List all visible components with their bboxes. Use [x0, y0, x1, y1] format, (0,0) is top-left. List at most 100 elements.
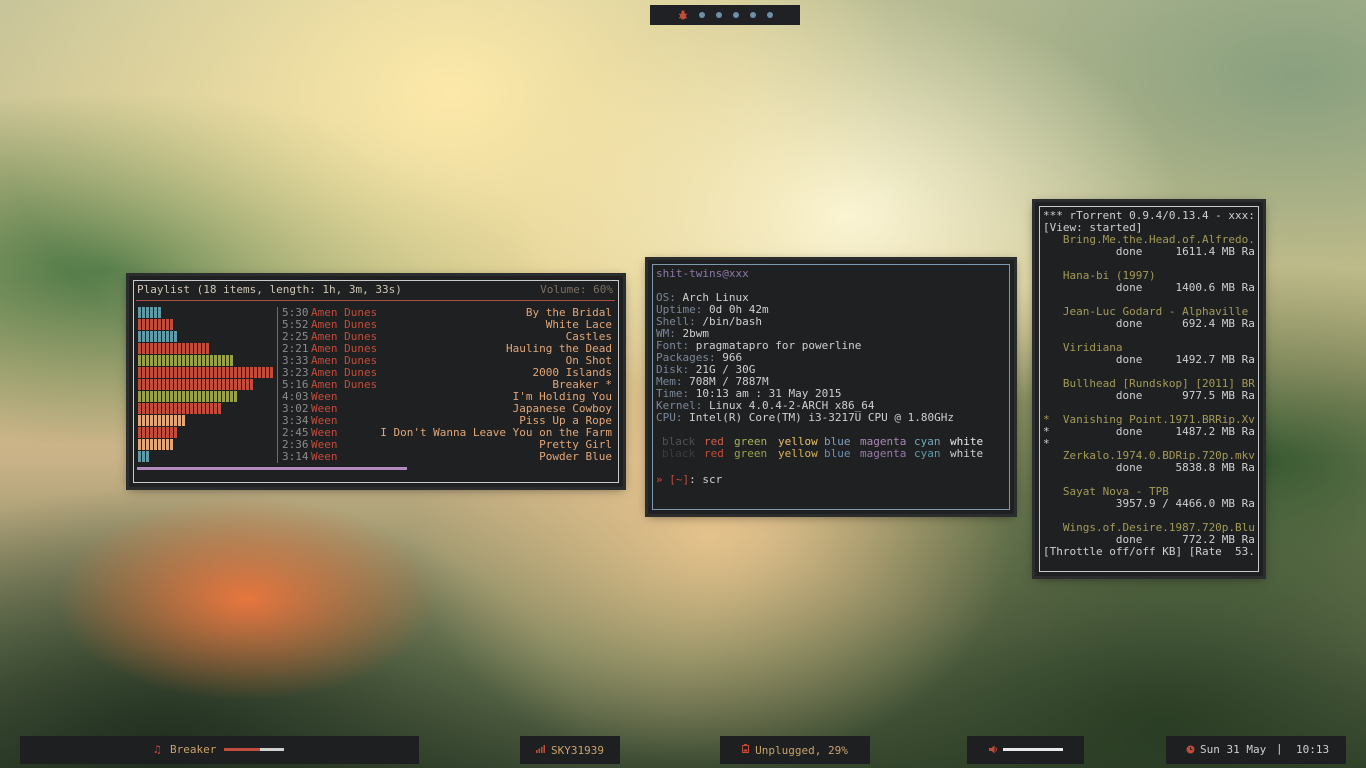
- battery-label: Unplugged, 29%: [755, 743, 848, 757]
- visualizer-block: [174, 403, 177, 414]
- visualizer-block: [194, 403, 197, 414]
- visualizer-block: [154, 391, 157, 402]
- visualizer-block: [166, 415, 169, 426]
- torrent-name[interactable]: Bring.Me.the.Head.of.Alfredo.Gar: [1043, 234, 1255, 246]
- visualizer-block: [230, 367, 233, 378]
- torrent-name[interactable]: Jean-Luc Godard - Alphaville: [1043, 306, 1255, 318]
- visualizer-block: [226, 367, 229, 378]
- torrent-name[interactable]: Hana-bi (1997): [1043, 270, 1255, 282]
- visualizer-block: [206, 403, 209, 414]
- music-widget[interactable]: ♫ Breaker: [20, 736, 419, 764]
- torrent-status: done 5838.8 MB Rate: [1043, 462, 1255, 474]
- visualizer-block: [190, 343, 193, 354]
- visualizer-block: [170, 379, 173, 390]
- workspace-dot[interactable]: [715, 12, 722, 18]
- visualizer-block: [226, 355, 229, 366]
- workspace-dot[interactable]: [766, 12, 773, 18]
- visualizer-block: [166, 331, 169, 342]
- visualizer-block: [138, 307, 141, 318]
- network-widget[interactable]: SKY31939: [520, 736, 620, 764]
- visualizer-block: [170, 439, 173, 450]
- track-list[interactable]: 5:30 Amen Dunes By the Bridal 5:52 Amen Dune…: [282, 307, 612, 463]
- torrent-status: [1043, 510, 1255, 522]
- visualizer-block: [174, 415, 177, 426]
- visualizer-block: [186, 367, 189, 378]
- visualizer-block: [178, 343, 181, 354]
- visualizer-block: [150, 403, 153, 414]
- visualizer-block: [142, 367, 145, 378]
- visualizer-block: [234, 379, 237, 390]
- torrent-name[interactable]: Wings.of.Desire.1987.720p.Bluray: [1043, 522, 1255, 534]
- visualizer-block: [234, 367, 237, 378]
- visualizer-block: [162, 319, 165, 330]
- separator: |: [1276, 742, 1283, 755]
- visualizer-block: [146, 427, 149, 438]
- visualizer-block: [166, 379, 169, 390]
- visualizer-block: [146, 451, 149, 462]
- music-progress-bar[interactable]: [224, 748, 284, 751]
- visualizer-block: [178, 403, 181, 414]
- volume-widget[interactable]: [967, 736, 1084, 764]
- visualizer-block: [150, 331, 153, 342]
- visualizer-block: [182, 391, 185, 402]
- workspace-dot[interactable]: [698, 12, 705, 18]
- visualizer-block: [170, 403, 173, 414]
- visualizer-block: [166, 343, 169, 354]
- visualizer-block: [218, 403, 221, 414]
- terminal-window[interactable]: shit-twins@xxx OS: Arch Linux Uptime: 0d …: [648, 260, 1014, 514]
- clock-widget: Sun 31 May | 10:13: [1166, 736, 1346, 764]
- visualizer-block: [182, 367, 185, 378]
- visualizer-block: [170, 367, 173, 378]
- battery-icon: [742, 744, 750, 756]
- visualizer-block: [158, 319, 161, 330]
- visualizer-block: [190, 355, 193, 366]
- visualizer-block: [202, 379, 205, 390]
- visualizer-block: [190, 379, 193, 390]
- color-palette: black red green yellow blue magenta cyan white b…: [662, 436, 983, 460]
- music-note-icon: ♫: [154, 743, 161, 756]
- bug-icon: [678, 10, 688, 20]
- visualizer-block: [150, 391, 153, 402]
- torrent-status: [1043, 330, 1255, 342]
- shell-prompt[interactable]: » [~]: scr: [656, 473, 722, 486]
- visualizer-block: [150, 343, 153, 354]
- color-swatch-magenta: magenta: [860, 447, 907, 460]
- workspace-dot[interactable]: [749, 12, 756, 18]
- torrent-name[interactable]: Sayat Nova - TPB: [1043, 486, 1255, 498]
- visualizer-block: [170, 343, 173, 354]
- visualizer-block: [202, 355, 205, 366]
- torrent-status: 3957.9 / 4466.0 MB Rate: [1043, 498, 1255, 510]
- volume-label: Volume: 60%: [540, 283, 613, 296]
- visualizer-block: [182, 355, 185, 366]
- visualizer-block: [190, 391, 193, 402]
- torrent-name[interactable]: * Vanishing Point.1971.BRRip.XviD.: [1043, 414, 1255, 426]
- torrent-name[interactable]: Bullhead [Rundskop] [2011] BRRip: [1043, 378, 1255, 390]
- visualizer-block: [154, 427, 157, 438]
- playlist-window[interactable]: Playlist (18 items, length: 1h, 3m, 33s)…: [129, 276, 623, 487]
- visualizer-block: [242, 367, 245, 378]
- visualizer-block: [170, 355, 173, 366]
- info-row: CPU: Intel(R) Core(TM) i3-3217U CPU @ 1.…: [656, 412, 954, 424]
- visualizer-block: [162, 367, 165, 378]
- color-swatch-black: black: [662, 447, 696, 460]
- torrent-status: [1043, 258, 1255, 270]
- battery-widget[interactable]: Unplugged, 29%: [720, 736, 870, 764]
- visualizer-block: [198, 379, 201, 390]
- visualizer-block: [174, 355, 177, 366]
- torrent-name[interactable]: Viridiana: [1043, 342, 1255, 354]
- playback-progress-bar[interactable]: [137, 467, 407, 470]
- visualizer-block: [174, 427, 177, 438]
- visualizer-block: [142, 403, 145, 414]
- visualizer-block: [138, 391, 141, 402]
- torrent-name[interactable]: Zerkalo.1974.0.BDRip.720p.mkv: [1043, 450, 1255, 462]
- visualizer-block: [226, 379, 229, 390]
- torrent-list[interactable]: *** rTorrent 0.9.4/0.13.4 - xxx:186 [View…: [1043, 210, 1255, 558]
- visualizer-block: [202, 403, 205, 414]
- visualizer-block: [230, 379, 233, 390]
- rtorrent-window[interactable]: *** rTorrent 0.9.4/0.13.4 - xxx:186 [View…: [1035, 202, 1263, 576]
- prompt-symbol: »: [656, 473, 663, 486]
- workspace-dot[interactable]: [732, 12, 739, 18]
- visualizer-block: [194, 343, 197, 354]
- volume-slider[interactable]: [1003, 748, 1063, 751]
- track-row[interactable]: 3:14 Ween Powder Blue: [282, 451, 612, 463]
